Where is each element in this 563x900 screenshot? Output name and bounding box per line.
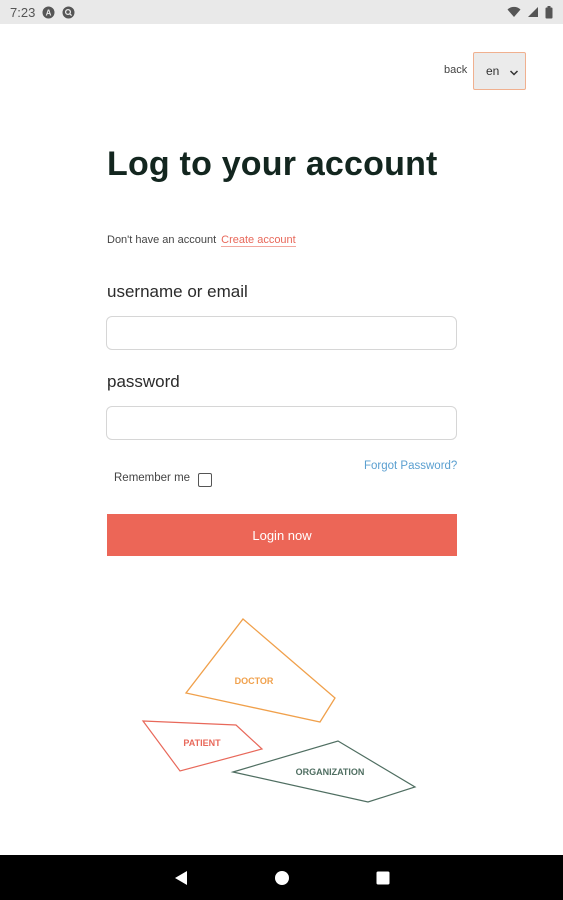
create-account-link[interactable]: Create account [221,234,296,247]
login-button[interactable]: Login now [107,514,457,556]
organization-role-shape[interactable]: ORGANIZATION [230,740,417,803]
battery-icon [545,5,553,19]
username-input[interactable] [106,316,457,350]
language-selected-value: en [486,64,500,78]
remember-me-label: Remember me [114,472,191,484]
organization-role-label: ORGANIZATION [296,767,365,777]
back-triangle-icon[interactable] [166,863,196,893]
patient-role-label: PATIENT [183,738,221,748]
remember-me-checkbox[interactable] [198,473,213,487]
search-badge-icon [62,6,75,19]
signup-prompt: Don't have an account [107,234,217,246]
chevron-down-icon [509,66,519,80]
home-circle-icon[interactable] [267,863,297,893]
role-illustration: DOCTOR PATIENT ORGANIZATION [141,618,417,803]
language-select[interactable]: en [473,52,526,90]
doctor-role-shape[interactable]: DOCTOR [184,618,336,723]
wifi-icon [507,6,521,18]
navigation-bar [0,855,563,900]
status-right [507,5,553,19]
password-input[interactable] [106,406,457,440]
doctor-role-label: DOCTOR [235,676,274,686]
notification-a-icon: A [42,6,55,19]
remember-me: Remember me [114,469,213,487]
back-link[interactable]: back [444,64,467,76]
status-bar: 7:23 A [0,0,563,24]
recents-square-icon[interactable] [368,863,398,893]
patient-role-shape[interactable]: PATIENT [141,720,264,772]
forgot-password-link[interactable]: Forgot Password? [364,460,457,472]
password-label: password [107,372,180,391]
svg-text:A: A [46,8,52,17]
status-time: 7:23 [10,4,36,20]
page-title: Log to your account [107,145,438,183]
signal-icon [527,6,539,18]
status-left: 7:23 A [10,5,75,20]
signup-row: Don't have an account Create account [107,234,296,247]
username-label: username or email [107,282,248,301]
